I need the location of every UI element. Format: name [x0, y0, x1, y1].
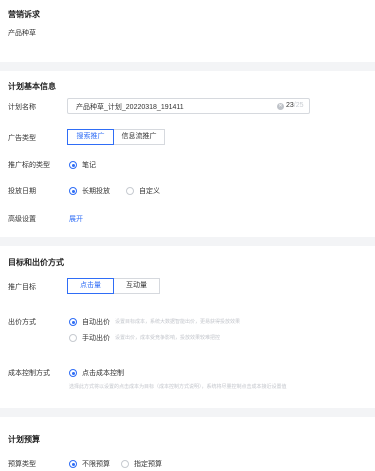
- bid-manual-label[interactable]: 手动出价: [82, 333, 110, 343]
- bid-manual-radio[interactable]: [69, 334, 77, 342]
- date-long-term-radio[interactable]: [69, 187, 77, 195]
- plan-info-title: 计划基本信息: [8, 82, 56, 91]
- plan-name-input[interactable]: 产品种草_计划_20220318_191411 ✕ 23/25: [67, 98, 310, 114]
- char-counter: 23/25: [286, 102, 304, 109]
- budget-unlimited-radio[interactable]: [69, 460, 77, 468]
- section-divider: [0, 62, 375, 71]
- plan-name-label: 计划名称: [8, 104, 36, 111]
- budget-section: 计划预算 预算类型 不限预算 指定预算: [0, 417, 375, 471]
- bid-method-label: 出价方式: [8, 319, 36, 326]
- plan-name-value[interactable]: 产品种草_计划_20220318_191411: [76, 102, 184, 112]
- target-type-note-radio[interactable]: [69, 161, 77, 169]
- date-label: 投放日期: [8, 188, 36, 195]
- date-custom-label[interactable]: 自定义: [139, 186, 160, 196]
- goal-interactions-button[interactable]: 互动量: [113, 278, 160, 294]
- date-custom-radio[interactable]: [126, 187, 134, 195]
- marketing-section: 营销诉求 产品种草: [0, 0, 375, 62]
- bid-auto-label[interactable]: 自动出价: [82, 317, 110, 327]
- char-count: 23: [286, 102, 294, 109]
- ad-type-feed-button[interactable]: 信息流推广: [113, 129, 165, 145]
- budget-title: 计划预算: [8, 435, 40, 444]
- ad-type-search-button[interactable]: 搜索推广: [67, 129, 114, 145]
- char-max: /25: [293, 102, 304, 109]
- budget-specified-radio[interactable]: [121, 460, 129, 468]
- bid-auto-radio[interactable]: [69, 318, 77, 326]
- product-type-text: 产品种草: [8, 30, 36, 37]
- plan-info-section: 计划基本信息 计划名称 产品种草_计划_20220318_191411 ✕ 23…: [0, 71, 375, 237]
- cost-click-radio[interactable]: [69, 369, 77, 377]
- target-type-note-label[interactable]: 笔记: [82, 160, 96, 170]
- clear-icon[interactable]: ✕: [277, 103, 284, 110]
- ad-type-label: 广告类型: [8, 135, 36, 142]
- cost-click-label[interactable]: 点击成本控制: [82, 368, 124, 378]
- bid-auto-hint: 设置目标成本，系统大数据智能出价，更易获得投放效果: [115, 319, 241, 325]
- cost-control-label: 成本控制方式: [8, 370, 50, 377]
- budget-type-label: 预算类型: [8, 461, 36, 468]
- bidding-section: 目标和出价方式 推广目标 点击量 互动量 出价方式 自动出价 设置目标成本，系统…: [0, 246, 375, 408]
- marketing-title: 营销诉求: [8, 10, 40, 19]
- section-divider: [0, 408, 375, 417]
- target-type-label: 推广标的类型: [8, 162, 50, 169]
- goal-label: 推广目标: [8, 284, 36, 291]
- budget-unlimited-label[interactable]: 不限预算: [82, 459, 110, 469]
- bidding-title: 目标和出价方式: [8, 258, 64, 267]
- bid-manual-hint: 设置出价，成本受竞争影响，投放效果较难把控: [115, 335, 221, 341]
- cost-click-hint: 选择此方式将以设置的点击成本为目标（成本控制方式说明），系统将尽量控制点击成本接…: [69, 384, 287, 390]
- section-divider: [0, 237, 375, 246]
- budget-specified-label[interactable]: 指定预算: [134, 459, 162, 469]
- goal-clicks-button[interactable]: 点击量: [67, 278, 114, 294]
- advanced-settings-label: 高级设置: [8, 216, 36, 223]
- date-long-term-label[interactable]: 长期投放: [82, 186, 110, 196]
- expand-link[interactable]: 展开: [69, 214, 83, 224]
